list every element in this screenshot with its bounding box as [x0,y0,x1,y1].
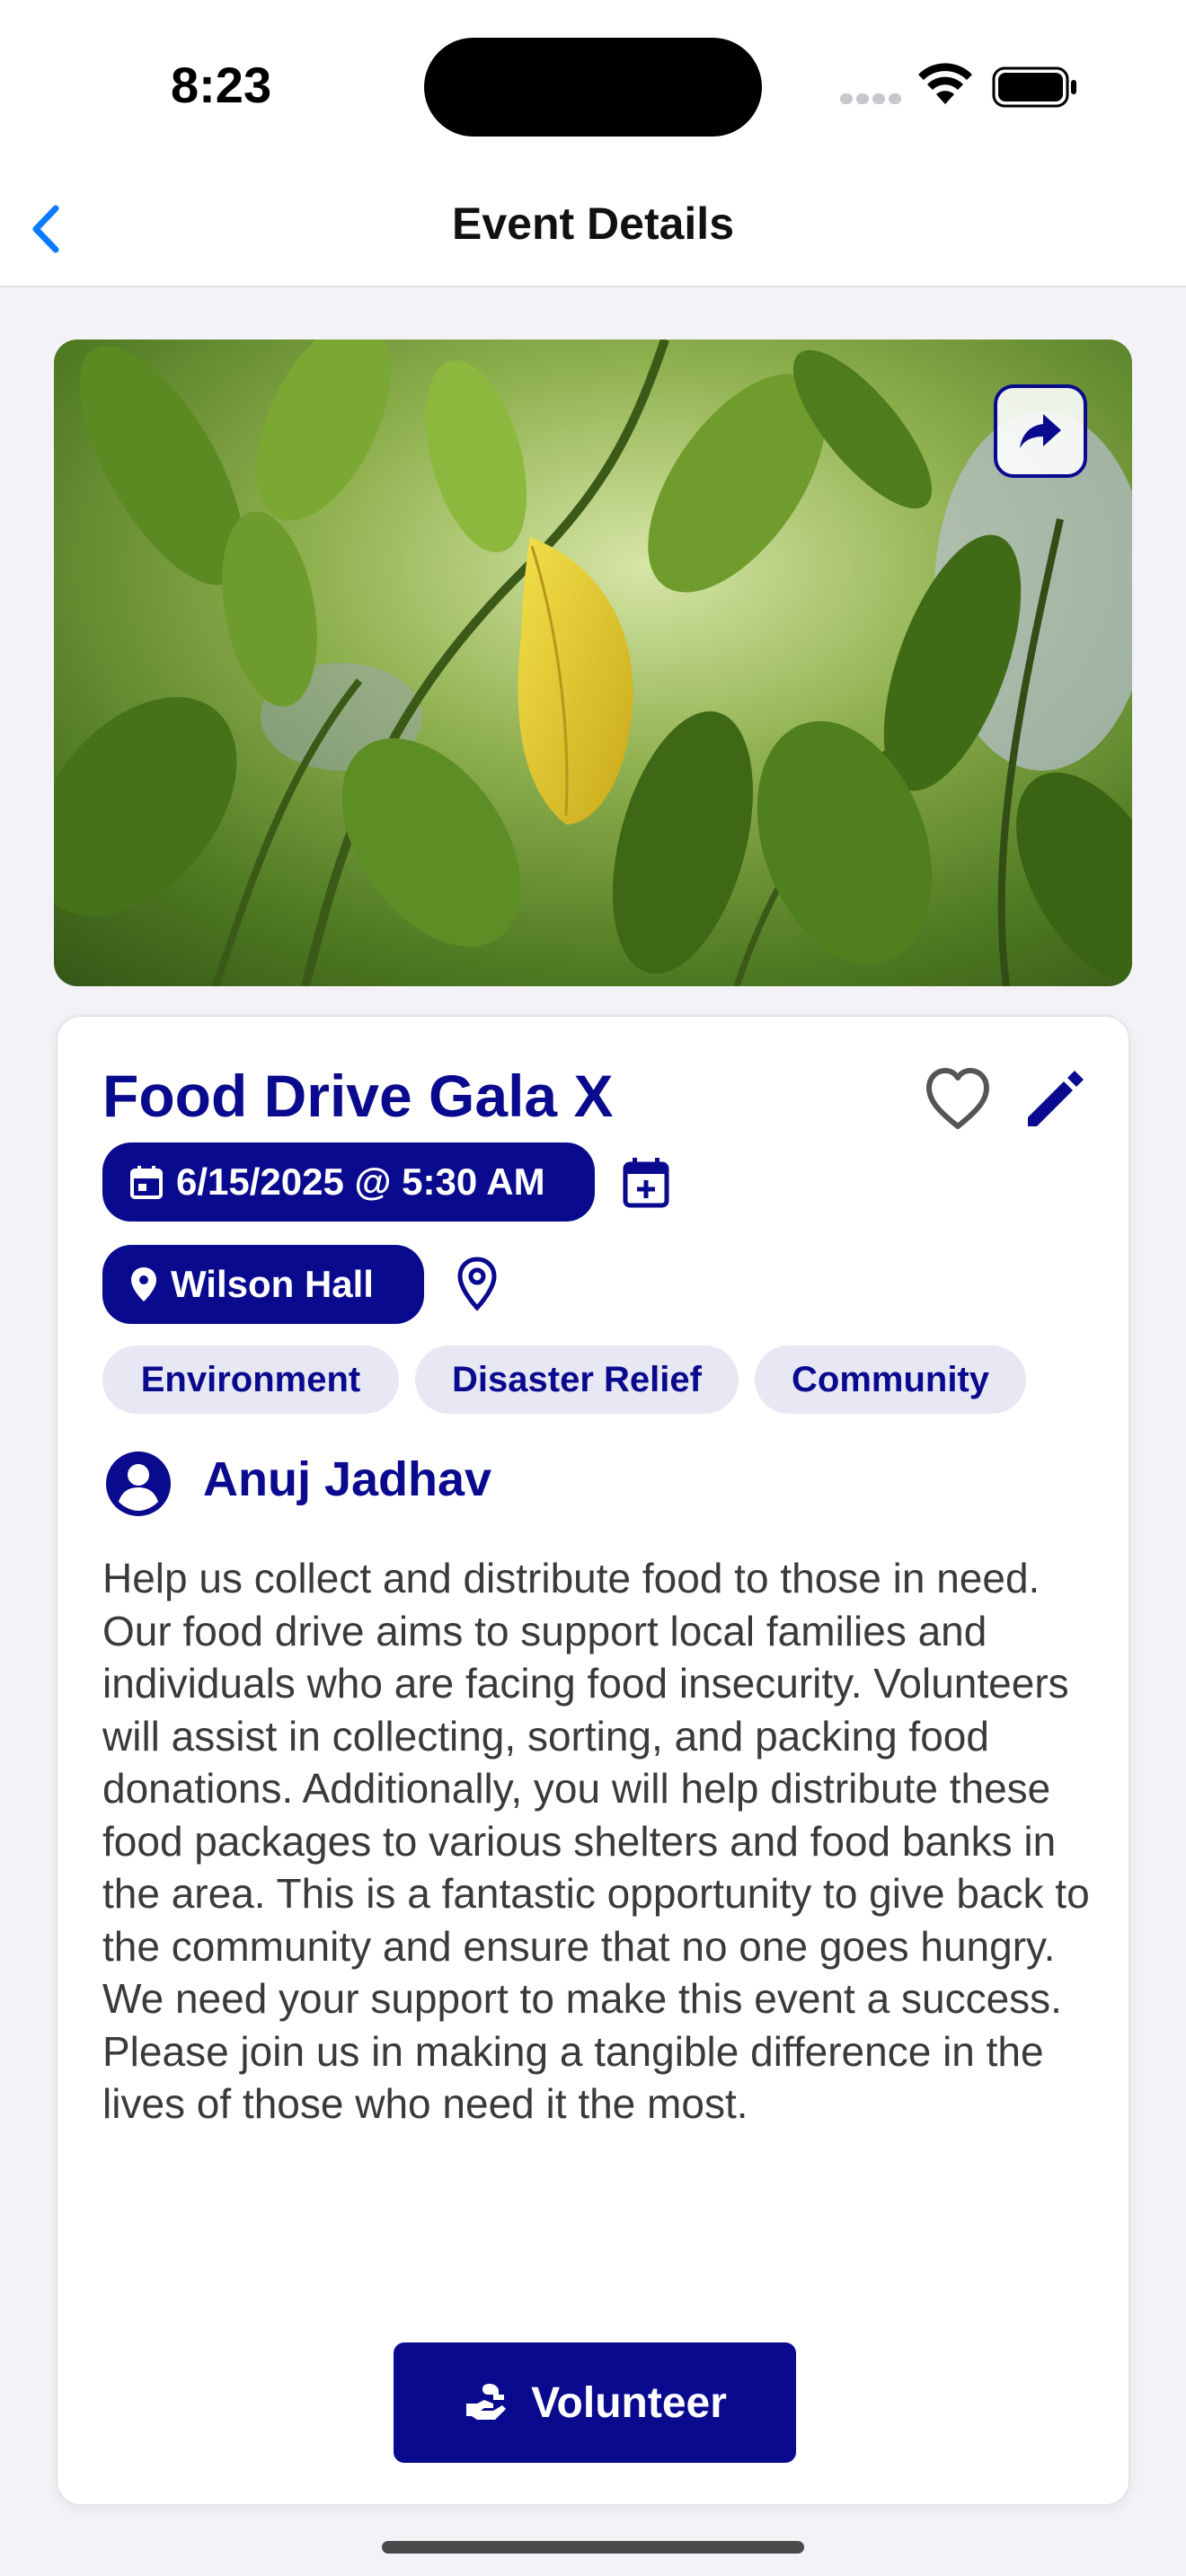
home-indicator [382,2541,804,2554]
add-to-calendar-button[interactable] [615,1151,677,1214]
tag-disaster-relief: Disaster Relief [415,1345,739,1414]
organizer-name[interactable]: Anuj Jadhav [203,1451,491,1507]
wifi-icon [918,63,972,104]
event-image [54,340,1132,986]
event-location-pill[interactable]: Wilson Hall [102,1245,424,1324]
event-title: Food Drive Gala X [102,1063,614,1129]
event-details-card: Food Drive Gala X 6/15/2025 @ 5:30 AM Wi… [56,1015,1130,2506]
page-title: Event Details [451,198,734,249]
volunteer-button[interactable]: Volunteer [394,2342,796,2463]
dynamic-island [424,38,762,137]
event-date-text: 6/15/2025 @ 5:30 AM [176,1160,545,1203]
event-date-pill[interactable]: 6/15/2025 @ 5:30 AM [102,1142,595,1222]
edit-button[interactable] [1019,1063,1091,1135]
map-pin-icon [457,1257,497,1311]
open-map-button[interactable] [447,1254,507,1313]
helping-hands-icon [466,2384,507,2420]
user-circle-icon [106,1451,171,1516]
status-time: 8:23 [171,57,272,113]
favorite-button[interactable] [922,1063,994,1135]
volunteer-button-label: Volunteer [531,2378,727,2427]
tag-community: Community [755,1345,1026,1414]
calendar-plus-icon [623,1158,669,1208]
status-bar: 8:23 [0,0,1186,171]
pencil-icon [1028,1071,1084,1126]
share-arrow-icon [1020,414,1061,448]
event-description: Help us collect and distribute food to t… [102,1555,1090,2127]
battery-icon [992,66,1076,108]
event-location-text: Wilson Hall [171,1263,374,1305]
location-pin-icon [131,1267,156,1301]
calendar-icon [130,1166,163,1199]
navigation-bar: Event Details [0,171,1186,287]
organizer-avatar [102,1448,174,1520]
share-button[interactable] [994,384,1087,478]
tag-environment: Environment [102,1345,399,1414]
heart-outline-icon [926,1068,989,1129]
